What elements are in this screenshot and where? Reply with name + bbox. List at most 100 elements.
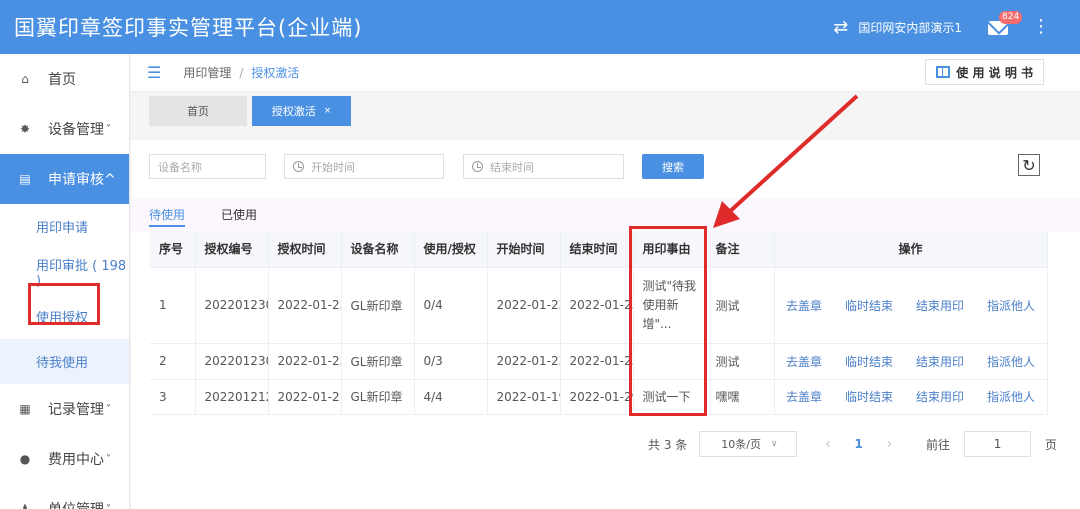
cell-end: 2022-01-23 <box>560 267 634 344</box>
page-size-value: 10条/页 <box>721 438 761 451</box>
temp-end-link[interactable]: 临时结束 <box>845 353 893 370</box>
end-seal-link[interactable]: 结束用印 <box>916 388 964 405</box>
stamp-link[interactable]: 去盖章 <box>786 353 822 370</box>
cell-auth-time: 2022-01-21 <box>268 379 342 415</box>
sidebar-item-label: 设备管理 <box>48 122 104 138</box>
chevron-down-icon: ˅ <box>106 503 111 509</box>
user-manual-button[interactable]: 使 用 说 明 书 <box>925 59 1044 85</box>
mail-badge: 824 <box>999 11 1023 24</box>
assign-other-link[interactable]: 指派他人 <box>987 297 1035 314</box>
col-header-usage: 使用/授权 <box>414 231 488 268</box>
tab-pending-use[interactable]: 待使用 <box>149 206 185 223</box>
start-time-placeholder: 开始时间 <box>311 160 355 174</box>
book-icon <box>936 66 951 78</box>
next-page-icon[interactable]: › <box>887 437 892 452</box>
goto-page-input[interactable]: 1 <box>964 431 1032 457</box>
cell-remark: 嘿嘿 <box>706 379 775 415</box>
switch-org-icon[interactable]: ⇄ <box>833 17 848 38</box>
clock-icon <box>472 161 483 172</box>
end-time-input[interactable]: 结束时间 <box>463 154 624 179</box>
gear-icon: ✸ <box>19 122 31 136</box>
col-header-start: 开始时间 <box>487 231 561 268</box>
cell-device: GL新印章 <box>341 267 415 344</box>
col-header-auth-id: 授权编号 <box>195 231 269 268</box>
stamp-link[interactable]: 去盖章 <box>786 297 822 314</box>
cell-start: 2022-01-23 <box>487 267 561 344</box>
breadcrumb: ☰ 用印管理 / 授权激活 使 用 说 明 书 <box>131 54 1080 92</box>
cell-actions: 去盖章 临时结束 结束用印 指派他人 <box>774 267 1048 344</box>
sidebar-item-device-management[interactable]: ✸ 设备管理 ˅ <box>0 104 129 154</box>
cell-start: 2022-01-19 <box>487 379 561 415</box>
sidebar-item-home[interactable]: ⌂ 首页 <box>0 54 129 104</box>
chevron-down-icon: ˅ <box>106 403 111 415</box>
mail-button[interactable]: 824 <box>988 11 1023 35</box>
end-seal-link[interactable]: 结束用印 <box>916 353 964 370</box>
col-header-end: 结束时间 <box>560 231 634 268</box>
auth-table: 序号 授权编号 授权时间 设备名称 使用/授权 开始时间 结束时间 用印事由 备… <box>150 231 1048 415</box>
chevron-down-icon: ˅ <box>106 453 111 465</box>
top-bar: 国翼印章签印事实管理平台(企业端) ⇄ 国印网安内部演示1 824 ⋮ <box>0 0 1080 54</box>
close-icon[interactable]: × <box>324 106 332 116</box>
tab-home[interactable]: 首页 <box>149 96 247 126</box>
goto-label: 前往 <box>926 437 951 452</box>
sidebar-item-org-management[interactable]: ♟ 单位管理 ˅ <box>0 484 129 509</box>
device-name-input[interactable]: 设备名称 <box>149 154 266 179</box>
cell-device: GL新印章 <box>341 379 415 415</box>
cell-auth-time: 2022-01-23 <box>268 343 342 380</box>
sidebar-item-fee-center[interactable]: ● 费用中心 ˅ <box>0 434 129 484</box>
end-time-placeholder: 结束时间 <box>490 160 534 174</box>
org-name[interactable]: 国印网安内部演示1 <box>858 19 962 36</box>
sidebar-item-application-review[interactable]: ▤ 申请审核^ <box>0 154 129 204</box>
more-vertical-icon[interactable]: ⋮ <box>1032 18 1050 36</box>
temp-end-link[interactable]: 临时结束 <box>845 388 893 405</box>
sidebar-sub-seal-application[interactable]: 用印申请 <box>0 204 129 249</box>
end-seal-link[interactable]: 结束用印 <box>916 297 964 314</box>
sidebar-item-label: 申请审核^ <box>48 172 116 188</box>
cell-usage: 0/4 <box>414 267 488 344</box>
page-suffix: 页 <box>1045 437 1058 452</box>
assign-other-link[interactable]: 指派他人 <box>987 388 1035 405</box>
tab-auth-activation[interactable]: 授权激活 × <box>252 96 351 126</box>
cell-device: GL新印章 <box>341 343 415 380</box>
menu-toggle-icon[interactable]: ☰ <box>147 63 161 82</box>
cell-auth-time: 2022-01-23 <box>268 267 342 344</box>
col-header-remark: 备注 <box>706 231 775 268</box>
sidebar-item-record-management[interactable]: ▦ 记录管理 ˅ <box>0 384 129 434</box>
sidebar-item-label: 费用中心 <box>48 452 104 468</box>
highlight-box-sidebar <box>28 283 100 325</box>
prev-page-icon[interactable]: ‹ <box>825 437 830 452</box>
chevron-down-icon: ˅ <box>106 123 111 135</box>
tab-used[interactable]: 已使用 <box>221 206 257 223</box>
cell-remark: 测试 <box>706 267 775 344</box>
filter-bar: 设备名称 开始时间 结束时间 搜索 ↻ <box>131 140 1080 198</box>
clock-icon <box>293 161 304 172</box>
breadcrumb-separator: / <box>239 65 244 80</box>
start-time-input[interactable]: 开始时间 <box>284 154 444 179</box>
refresh-icon[interactable]: ↻ <box>1018 154 1040 176</box>
page-size-select[interactable]: 10条/页 ∨ <box>699 431 798 457</box>
top-bar-actions: ⇄ 国印网安内部演示1 824 ⋮ <box>833 0 1050 54</box>
cell-usage: 4/4 <box>414 379 488 415</box>
home-icon: ⌂ <box>21 72 29 86</box>
temp-end-link[interactable]: 临时结束 <box>845 297 893 314</box>
stamp-link[interactable]: 去盖章 <box>786 388 822 405</box>
cell-end: 2022-01-23 <box>560 343 634 380</box>
table-row: 2 20220123091 2022-01-23 GL新印章 0/3 2022-… <box>150 343 1048 380</box>
highlight-box-reason-column <box>629 226 707 416</box>
cell-start: 2022-01-23 <box>487 343 561 380</box>
cell-auth-id: 20220123091 <box>195 267 269 344</box>
cell-remark: 测试 <box>706 343 775 380</box>
cell-usage: 0/3 <box>414 343 488 380</box>
assign-other-link[interactable]: 指派他人 <box>987 353 1035 370</box>
sidebar-sub-pending-my-use[interactable]: 待我使用 <box>0 339 129 384</box>
col-header-actions: 操作 <box>774 231 1048 268</box>
page-number[interactable]: 1 <box>854 437 862 451</box>
sidebar-item-label: 首页 <box>48 72 76 88</box>
user-manual-label: 使 用 说 明 书 <box>956 65 1033 80</box>
breadcrumb-parent[interactable]: 用印管理 <box>183 64 231 81</box>
cell-no: 3 <box>150 379 196 415</box>
col-header-no: 序号 <box>150 231 196 268</box>
search-button[interactable]: 搜索 <box>642 154 704 179</box>
active-tab-indicator <box>149 225 185 227</box>
status-tabs: 待使用 已使用 <box>131 198 1080 232</box>
